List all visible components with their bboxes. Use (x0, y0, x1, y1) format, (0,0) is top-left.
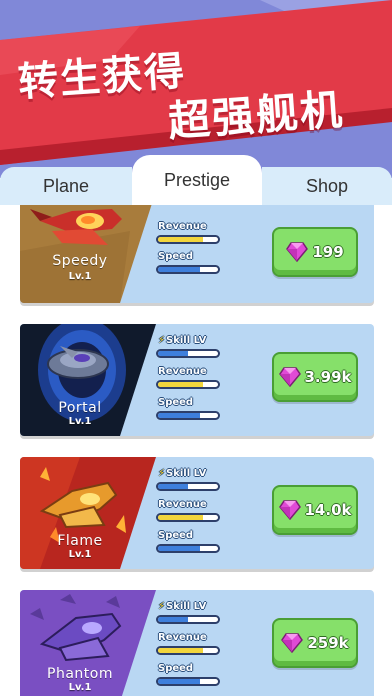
speed-bar (156, 411, 220, 420)
revenue-bar (156, 646, 220, 655)
plane-card-flame: Flame Lv.1 ⚡Skill LV Revenue Speed 14.0k (20, 457, 374, 569)
skill-bar (156, 615, 220, 624)
plane-stats: ⚡Skill LV Revenue Speed (156, 590, 266, 696)
prestige-plane-list[interactable]: Speedy Lv.1 Revenue Speed 199 Portal Lv.… (0, 205, 392, 696)
plane-name: Flame (57, 533, 103, 549)
bolt-icon: ⚡ (158, 468, 166, 479)
plane-stats: ⚡Skill LV Revenue Speed (156, 324, 266, 436)
plane-level: Lv.1 (68, 549, 92, 560)
revenue-label: Revenue (158, 221, 207, 232)
speed-label: Speed (158, 663, 194, 674)
gem-icon (278, 500, 301, 520)
revenue-label: Revenue (158, 366, 207, 377)
tab-plane[interactable]: Plane (0, 167, 132, 205)
banner-title-line2: 超强舰机 (166, 84, 346, 146)
speed-bar (156, 265, 220, 274)
plane-portrait: Phantom Lv.1 (20, 590, 170, 696)
speed-label: Speed (158, 530, 194, 541)
plane-stats: Revenue Speed (156, 205, 266, 303)
plane-name: Portal (58, 400, 102, 416)
price-label: 3.99k (304, 368, 352, 386)
plane-card-portal: Portal Lv.1 ⚡Skill LV Revenue Speed 3.99… (20, 324, 374, 436)
skill-bar (156, 482, 220, 491)
promo-banner: 转生获得 超强舰机 (0, 0, 392, 178)
price-label: 199 (312, 243, 344, 261)
plane-level: Lv.1 (68, 682, 92, 693)
buy-button[interactable]: 14.0k (272, 485, 358, 535)
price-label: 14.0k (304, 501, 352, 519)
price-label: 259k (307, 634, 349, 652)
buy-button[interactable]: 199 (272, 227, 358, 277)
gem-icon (281, 633, 304, 653)
tab-prestige[interactable]: Prestige (132, 155, 262, 205)
revenue-bar (156, 513, 220, 522)
speed-label: Speed (158, 251, 194, 262)
buy-button[interactable]: 259k (272, 618, 358, 668)
plane-level: Lv.1 (68, 416, 92, 427)
plane-portrait: Speedy Lv.1 (20, 205, 170, 303)
revenue-label: Revenue (158, 499, 207, 510)
plane-name: Phantom (47, 666, 113, 682)
plane-card-phantom: Phantom Lv.1 ⚡Skill LV Revenue Speed 259… (20, 590, 374, 696)
plane-card-speedy: Speedy Lv.1 Revenue Speed 199 (20, 205, 374, 303)
plane-name: Speedy (52, 253, 108, 269)
buy-button[interactable]: 3.99k (272, 352, 358, 402)
skill-label: ⚡Skill LV (158, 335, 207, 346)
speed-bar (156, 544, 220, 553)
revenue-label: Revenue (158, 632, 207, 643)
gem-icon (286, 242, 309, 262)
revenue-bar (156, 380, 220, 389)
tab-bar: Plane Shop Prestige (0, 155, 392, 205)
revenue-bar (156, 235, 220, 244)
speed-label: Speed (158, 397, 194, 408)
plane-stats: ⚡Skill LV Revenue Speed (156, 457, 266, 569)
tab-shop[interactable]: Shop (262, 167, 392, 205)
gem-icon (278, 367, 301, 387)
banner-title-line1: 转生获得 (16, 48, 188, 106)
plane-portrait: Portal Lv.1 (20, 324, 170, 436)
speed-bar (156, 677, 220, 686)
bolt-icon: ⚡ (158, 601, 166, 612)
bolt-icon: ⚡ (158, 335, 166, 346)
plane-portrait: Flame Lv.1 (20, 457, 170, 569)
plane-level: Lv.1 (68, 271, 92, 282)
skill-label: ⚡Skill LV (158, 601, 207, 612)
skill-label: ⚡Skill LV (158, 468, 207, 479)
skill-bar (156, 349, 220, 358)
